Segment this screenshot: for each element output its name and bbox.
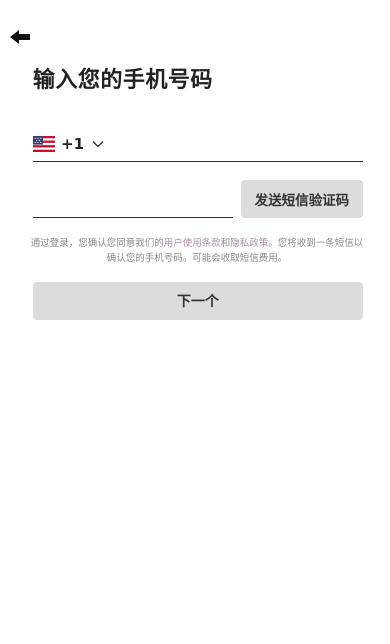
terms-and: 和 — [220, 238, 231, 249]
country-code-selector[interactable]: +1 — [33, 135, 104, 153]
send-sms-code-button[interactable]: 发送短信验证码 — [241, 180, 363, 218]
country-code-row: +1 — [33, 130, 363, 162]
us-flag-icon — [33, 136, 55, 152]
terms-of-use-link[interactable]: 用户使用条款 — [164, 238, 221, 249]
next-button[interactable]: 下一个 — [33, 282, 363, 320]
terms-notice: 通过登录，您确认您同意我们的用户使用条款和隐私政策。您将收到一条短信以确认您的手… — [30, 236, 364, 266]
phone-number-field — [33, 180, 233, 218]
terms-prefix: 通过登录，您确认您同意我们的 — [30, 238, 164, 249]
arrow-left-icon — [10, 30, 30, 44]
phone-number-input[interactable] — [33, 180, 233, 217]
privacy-policy-link[interactable]: 隐私政策 — [230, 238, 268, 249]
back-button[interactable] — [8, 26, 34, 48]
page-title: 输入您的手机号码 — [33, 68, 214, 93]
chevron-down-icon — [92, 141, 104, 148]
dial-code: +1 — [61, 135, 85, 153]
